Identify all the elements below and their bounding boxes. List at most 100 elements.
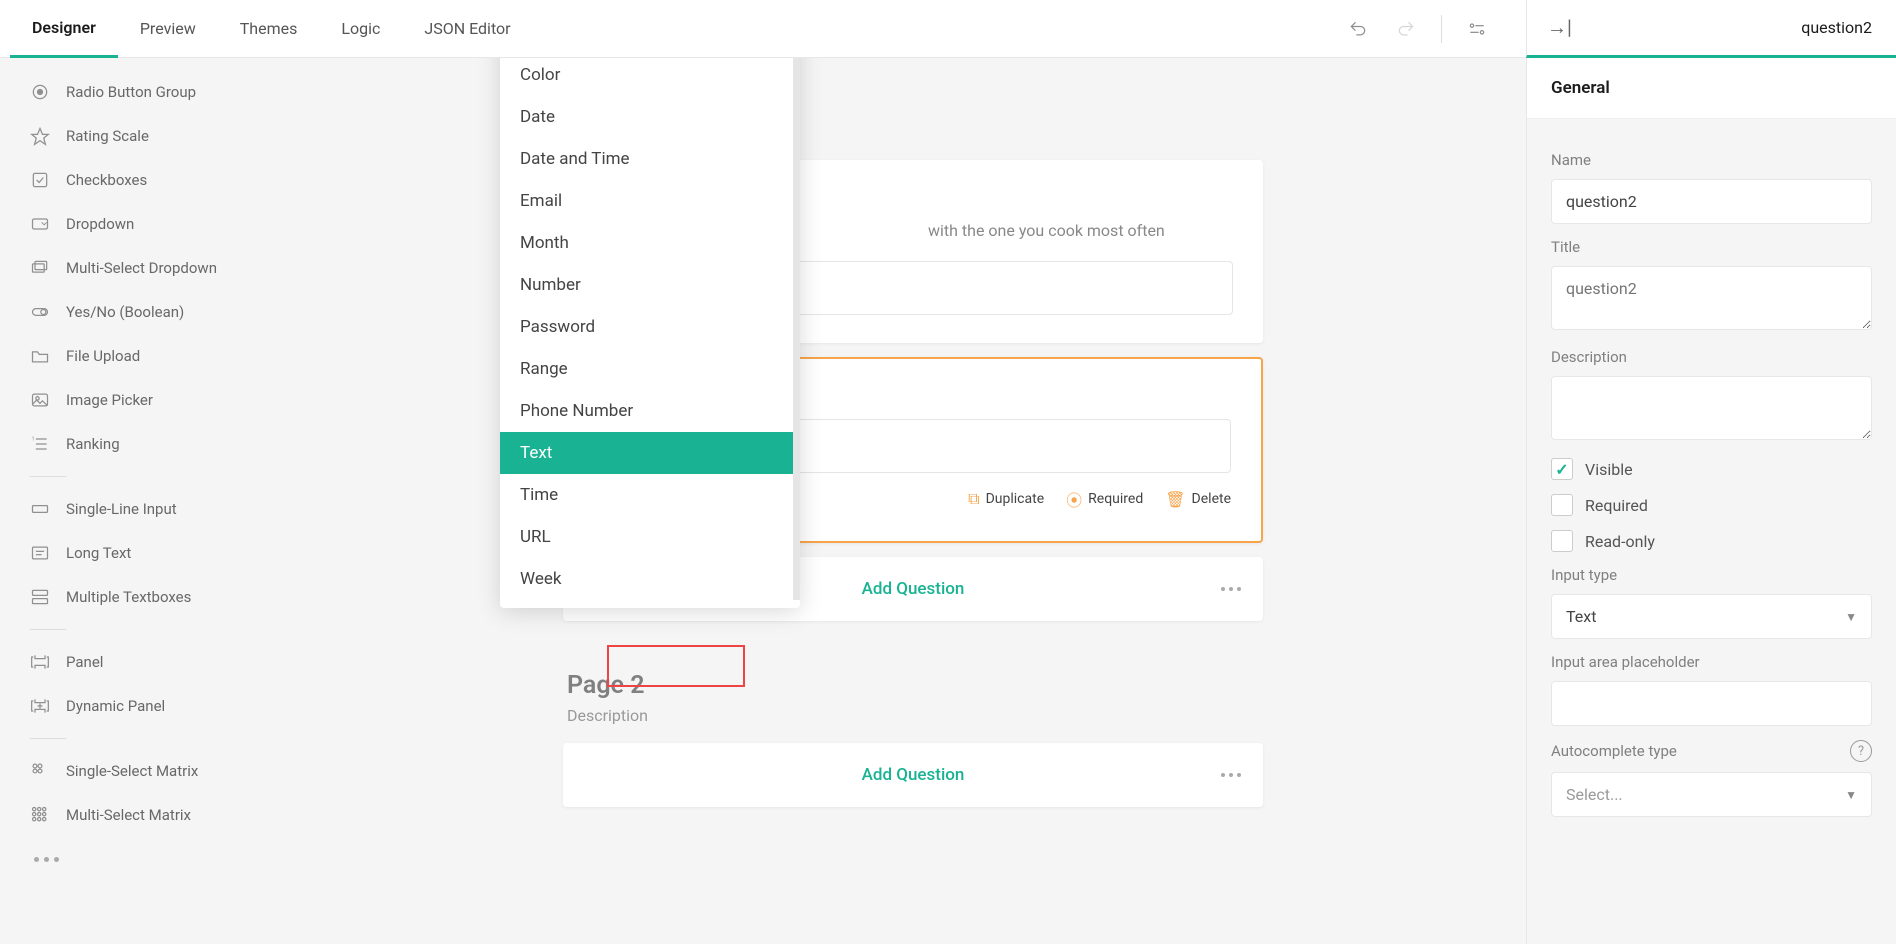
toolbox-item-singleline[interactable]: Single-Line Input [0, 487, 300, 531]
toolbox-label: Single-Line Input [66, 500, 177, 518]
toolbox-label: Radio Button Group [66, 83, 196, 101]
toolbox-label: Panel [66, 653, 103, 671]
duplicate-button[interactable]: ⧉Duplicate [968, 489, 1044, 509]
prop-title-input[interactable] [1551, 266, 1872, 330]
toolbox-label: Checkboxes [66, 171, 147, 189]
topbar-actions [1339, 0, 1496, 58]
tab-json-editor[interactable]: JSON Editor [402, 0, 532, 58]
dropdown-item[interactable]: Password [500, 306, 800, 348]
properties-panel: General Name Title Description Visible R… [1526, 58, 1896, 944]
toolbox-item-radio[interactable]: Radio Button Group [0, 70, 300, 114]
toolbox-separator [30, 476, 66, 477]
toolbox-item-boolean[interactable]: Yes/No (Boolean) [0, 290, 300, 334]
image-icon [30, 390, 50, 410]
multitext-icon [30, 587, 50, 607]
canvas: Page 1 Description Wh You with the one y… [300, 58, 1526, 944]
toolbox-item-multiboxes[interactable]: Multiple Textboxes [0, 575, 300, 619]
toolbox-label: Yes/No (Boolean) [66, 303, 184, 321]
dropdown-item[interactable]: Week [500, 558, 800, 600]
delete-button[interactable]: 🗑Delete [1165, 490, 1231, 509]
dropdown-item[interactable]: Email [500, 180, 800, 222]
prop-placeholder-input[interactable] [1551, 681, 1872, 726]
toolbox-item-dropdown[interactable]: Dropdown [0, 202, 300, 246]
toolbox-label: Multi-Select Matrix [66, 806, 191, 824]
toolbox-label: Dropdown [66, 215, 134, 233]
toolbox-item-file[interactable]: File Upload [0, 334, 300, 378]
dropdown-item[interactable]: Date [500, 96, 800, 138]
more-icon[interactable] [1221, 773, 1241, 777]
trash-icon: 🗑 [1165, 490, 1185, 509]
dropdown-item[interactable]: Text [500, 432, 800, 474]
dropdown-item[interactable]: Month [500, 222, 800, 264]
toggle-icon [30, 302, 50, 322]
dropdown-item[interactable]: Range [500, 348, 800, 390]
dynpanel-icon [30, 696, 50, 716]
toolbox-label: File Upload [66, 347, 140, 365]
prop-required[interactable]: Required [1551, 494, 1872, 516]
folder-icon [30, 346, 50, 366]
prop-desc-label: Description [1551, 348, 1872, 366]
dropdown-icon [30, 214, 50, 234]
tab-themes[interactable]: Themes [218, 0, 320, 58]
prop-placeholder-label: Input area placeholder [1551, 653, 1872, 671]
prop-visible[interactable]: Visible [1551, 458, 1872, 480]
toolbox-label: Image Picker [66, 391, 153, 409]
toolbox-item-checkboxes[interactable]: Checkboxes [0, 158, 300, 202]
textfield-icon [30, 499, 50, 519]
topbar: Designer Preview Themes Logic JSON Edito… [0, 0, 1896, 58]
page2-header[interactable]: Page 2 Description [563, 671, 1263, 725]
tab-preview[interactable]: Preview [118, 0, 218, 58]
settings-icon[interactable] [1458, 10, 1496, 48]
dropdown-list: ColorDateDate and TimeEmailMonthNumberPa… [500, 58, 800, 600]
collapse-panel-icon[interactable]: →| [1547, 15, 1572, 40]
toolbox-item-dynpanel[interactable]: Dynamic Panel [0, 684, 300, 728]
checkbox-icon [1551, 458, 1573, 480]
help-icon[interactable]: ? [1850, 740, 1872, 762]
longtext-icon [30, 543, 50, 563]
undo-icon[interactable] [1339, 10, 1377, 48]
radio-icon [30, 82, 50, 102]
multiselect-icon [30, 258, 50, 278]
tab-logic[interactable]: Logic [319, 0, 402, 58]
toolbox: Radio Button Group Rating Scale Checkbox… [0, 58, 300, 944]
dropdown-item[interactable]: URL [500, 516, 800, 558]
tab-designer[interactable]: Designer [10, 0, 118, 58]
more-icon[interactable] [1221, 587, 1241, 591]
toolbox-item-panel[interactable]: Panel [0, 640, 300, 684]
prop-desc-input[interactable] [1551, 376, 1872, 440]
toolbox-item-imagepicker[interactable]: Image Picker [0, 378, 300, 422]
chevron-down-icon: ▼ [1845, 788, 1857, 802]
dropdown-item[interactable]: Number [500, 264, 800, 306]
toolbox-separator [30, 629, 66, 630]
toolbox-item-longtext[interactable]: Long Text [0, 531, 300, 575]
prop-inputtype-select[interactable]: Text▼ [1551, 594, 1872, 639]
mmatrix-icon [30, 805, 50, 825]
toolbox-more[interactable] [0, 837, 300, 881]
checkbox-icon [30, 170, 50, 190]
panel-icon [30, 652, 50, 672]
required-button[interactable]: ⦿Required [1066, 487, 1143, 511]
dropdown-item[interactable]: Phone Number [500, 390, 800, 432]
redo-icon[interactable] [1387, 10, 1425, 48]
checkbox-icon [1551, 494, 1573, 516]
duplicate-icon: ⧉ [968, 489, 979, 509]
toolbox-item-msmatrix[interactable]: Multi-Select Matrix [0, 793, 300, 837]
toolbox-item-ranking[interactable]: 1Ranking [0, 422, 300, 466]
dropdown-item[interactable]: Date and Time [500, 138, 800, 180]
chevron-down-icon: ▼ [1845, 610, 1857, 624]
props-section-general[interactable]: General [1527, 58, 1896, 119]
smatrix-icon [30, 761, 50, 781]
add-question-button-2[interactable]: Add Question [563, 743, 1263, 807]
input-type-dropdown: ⌕ ColorDateDate and TimeEmailMonthNumber… [500, 58, 800, 608]
toolbox-item-multiselect[interactable]: Multi-Select Dropdown [0, 246, 300, 290]
prop-autocomplete-select[interactable]: Select...▼ [1551, 772, 1872, 817]
toolbox-item-ssmatrix[interactable]: Single-Select Matrix [0, 749, 300, 793]
toolbox-item-rating[interactable]: Rating Scale [0, 114, 300, 158]
toolbox-label: Rating Scale [66, 127, 149, 145]
prop-autocomplete-label: Autocomplete type? [1551, 740, 1872, 762]
dropdown-item[interactable]: Color [500, 58, 800, 96]
dropdown-item[interactable]: Time [500, 474, 800, 516]
star-icon [30, 126, 50, 146]
prop-name-input[interactable] [1551, 179, 1872, 224]
prop-readonly[interactable]: Read-only [1551, 530, 1872, 552]
